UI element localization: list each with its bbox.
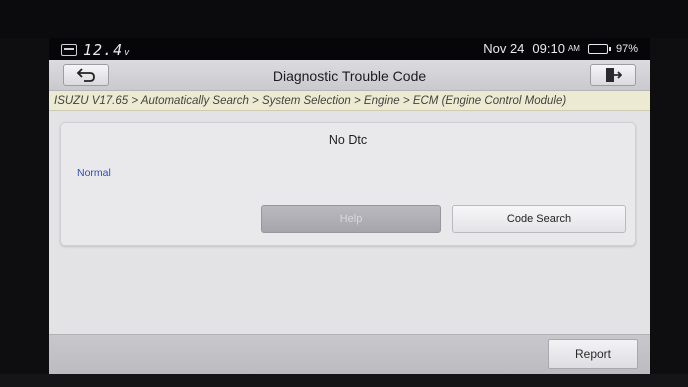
status-ampm: AM [567,44,580,53]
battery-icon [587,43,611,54]
voltage-value: 12.4 [83,41,124,59]
report-button[interactable]: Report [548,339,638,369]
device-bezel-top [0,0,688,38]
status-time: 09:10 [532,41,565,56]
status-bar: 12.4v Nov 24 09:10 AM 97% [49,38,650,60]
code-search-button[interactable]: Code Search [452,205,626,233]
dtc-result-card: No Dtc Normal Help Code Search [60,122,636,246]
voltage-readout: 12.4v [83,41,131,59]
battery-percent: 97% [615,42,638,55]
help-button[interactable]: Help [261,205,441,233]
dtc-result-title: No Dtc [328,133,368,147]
title-bar: Diagnostic Trouble Code [49,60,650,91]
bottom-bar: Report [49,334,650,374]
status-date: Nov 24 [483,41,525,56]
breadcrumb: ISUZU V17.65 > Automatically Search > Sy… [49,91,650,111]
exit-button[interactable] [590,64,636,86]
device-screen: 12.4v Nov 24 09:10 AM 97% Diagnostic Tro… [49,38,650,374]
device-bezel-bottom [0,374,688,387]
voltage-unit: v [124,48,131,58]
status-label: Normal [77,167,111,179]
status-left: 12.4v [61,41,131,59]
exit-door-icon [606,68,622,82]
vehicle-connection-icon [61,44,77,56]
status-right: Nov 24 09:10 AM 97% [483,41,638,56]
page-title: Diagnostic Trouble Code [272,68,427,84]
